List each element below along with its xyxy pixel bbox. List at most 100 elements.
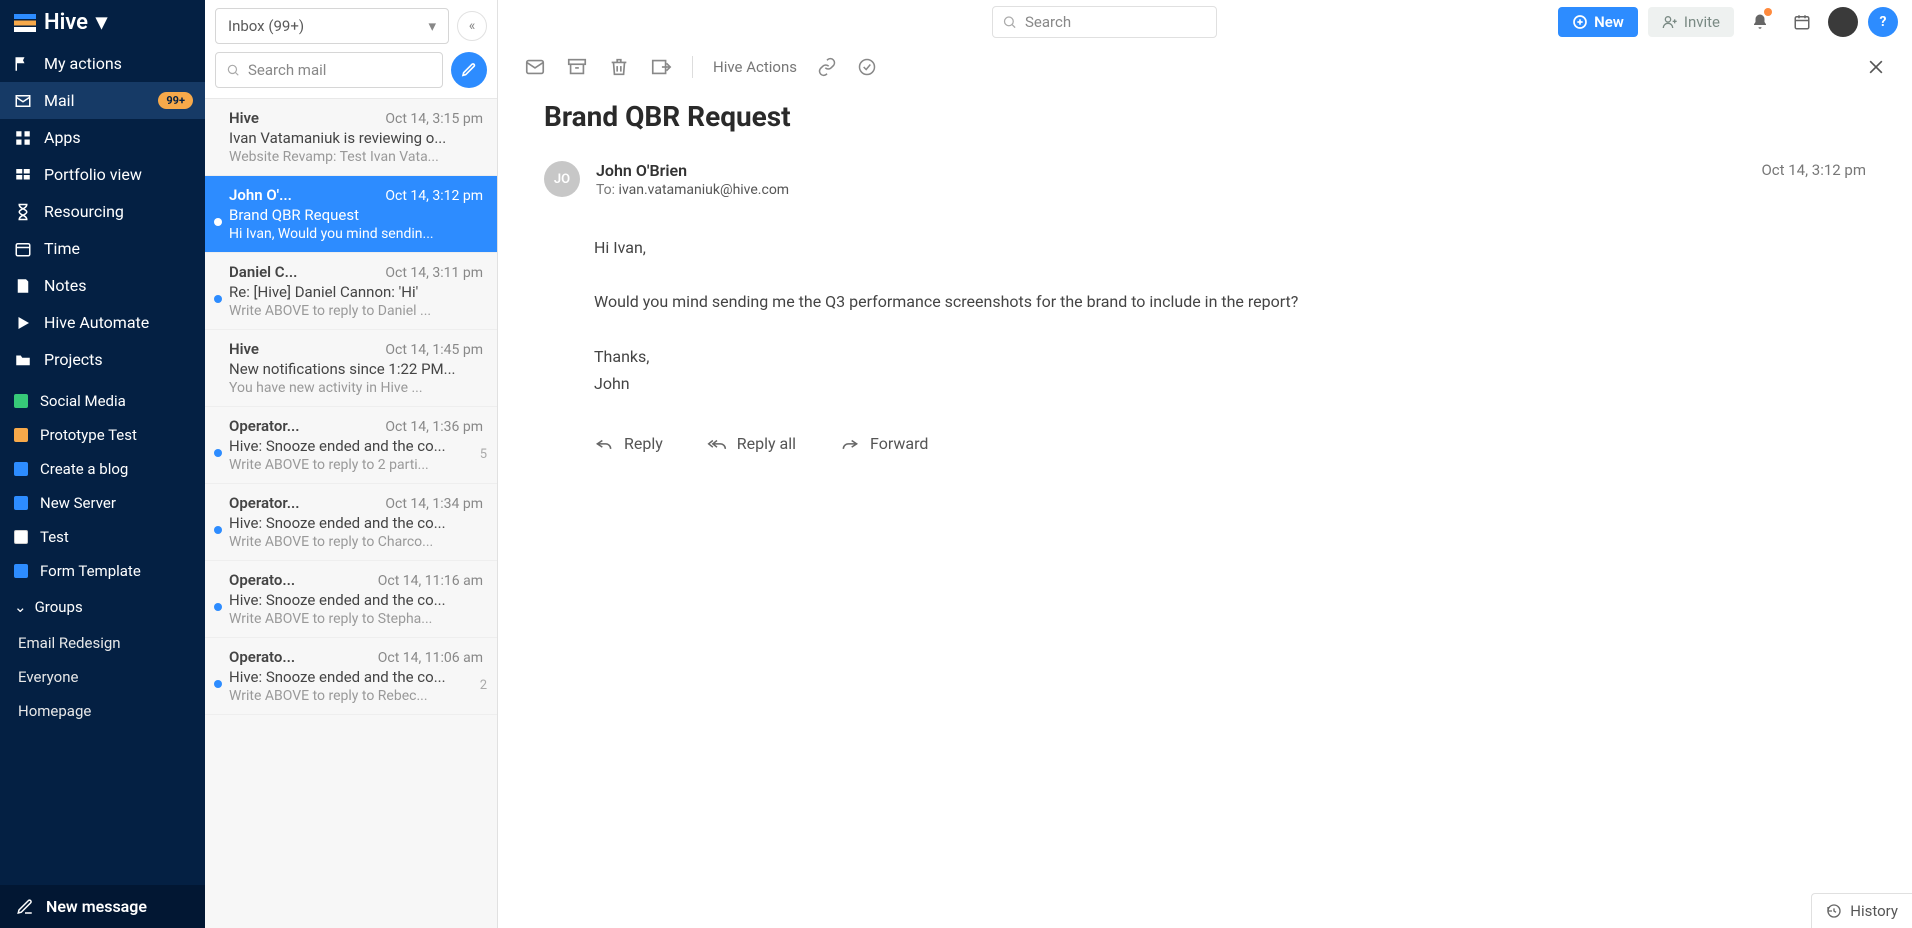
mail-search-input[interactable]: Search mail <box>215 52 443 88</box>
nav-item-apps[interactable]: Apps <box>0 119 205 156</box>
mail-item[interactable]: Daniel C...Oct 14, 3:11 pmRe: [Hive] Dan… <box>205 253 497 330</box>
project-item[interactable]: Form Template <box>0 554 205 588</box>
sender-avatar: JO <box>544 161 580 197</box>
nav-item-projects[interactable]: Projects <box>0 341 205 378</box>
nav-label: Hive Automate <box>44 313 149 332</box>
project-color-icon <box>14 564 28 578</box>
mail-search-placeholder: Search mail <box>248 61 326 79</box>
history-button[interactable]: History <box>1811 893 1912 928</box>
nav-label: Mail <box>44 91 74 110</box>
unread-dot-icon <box>214 526 222 534</box>
portfolio-icon <box>14 166 32 184</box>
project-color-icon <box>14 428 28 442</box>
mail-time: Oct 14, 11:06 am <box>378 650 483 666</box>
group-item[interactable]: Email Redesign <box>0 626 205 660</box>
project-item[interactable]: Create a blog <box>0 452 205 486</box>
note-icon <box>14 277 32 295</box>
groups-label: Groups <box>35 598 83 616</box>
mail-item[interactable]: John O'...Oct 14, 3:12 pmBrand QBR Reque… <box>205 176 497 253</box>
nav-item-hive-automate[interactable]: Hive Automate <box>0 304 205 341</box>
help-button[interactable]: ? <box>1868 7 1898 37</box>
mail-subject: Re: [Hive] Daniel Cannon: 'Hi' <box>229 283 483 301</box>
mail-sender: Operator... <box>229 417 300 435</box>
mail-subject: Hive: Snooze ended and the co... <box>229 514 483 532</box>
project-label: Form Template <box>40 562 141 580</box>
mail-list[interactable]: HiveOct 14, 3:15 pmIvan Vatamaniuk is re… <box>205 99 497 928</box>
chevron-left-icon: « <box>469 18 476 34</box>
mail-subject: Hive: Snooze ended and the co... <box>229 437 483 455</box>
link-action-button[interactable] <box>817 57 837 77</box>
unread-dot-icon <box>214 449 222 457</box>
nav-label: Notes <box>44 276 87 295</box>
nav-item-portfolio-view[interactable]: Portfolio view <box>0 156 205 193</box>
group-item[interactable]: Everyone <box>0 660 205 694</box>
email-body: Hi Ivan, Would you mind sending me the Q… <box>594 234 1866 397</box>
mail-item[interactable]: HiveOct 14, 1:45 pmNew notifications sin… <box>205 330 497 407</box>
nav-item-time[interactable]: Time <box>0 230 205 267</box>
notifications-button[interactable] <box>1744 6 1776 38</box>
email-view: Brand QBR Request JO John O'Brien To: iv… <box>498 90 1912 463</box>
collapse-panel-button[interactable]: « <box>457 11 487 41</box>
nav-item-mail[interactable]: Mail99+ <box>0 82 205 119</box>
mail-sender: Operato... <box>229 571 295 589</box>
topbar: Search New Invite ? <box>498 0 1912 44</box>
mark-unread-button[interactable] <box>524 56 546 78</box>
mail-preview: Hi Ivan, Would you mind sendin... <box>229 226 483 242</box>
archive-button[interactable] <box>566 56 588 78</box>
close-email-button[interactable] <box>1866 57 1886 77</box>
nav-label: Time <box>44 239 80 258</box>
nav-label: Resourcing <box>44 202 124 221</box>
invite-button-label: Invite <box>1684 13 1720 31</box>
nav-item-notes[interactable]: Notes <box>0 267 205 304</box>
workspace-switcher[interactable]: Hive ▾ <box>0 0 205 45</box>
project-color-icon <box>14 462 28 476</box>
nav-item-resourcing[interactable]: Resourcing <box>0 193 205 230</box>
project-item[interactable]: New Server <box>0 486 205 520</box>
folder-select-label: Inbox (99+) <box>228 17 304 35</box>
reply-label: Reply <box>624 434 663 453</box>
mail-item[interactable]: Operato...Oct 14, 11:16 amHive: Snooze e… <box>205 561 497 638</box>
forward-button[interactable]: Forward <box>840 433 928 453</box>
mail-preview: Write ABOVE to reply to Stepha... <box>229 611 483 627</box>
body-line: Thanks, <box>594 343 1866 370</box>
calendar-button[interactable] <box>1786 6 1818 38</box>
global-search-input[interactable]: Search <box>992 6 1217 38</box>
project-label: Create a blog <box>40 460 128 478</box>
nav-item-my-actions[interactable]: My actions <box>0 45 205 82</box>
mail-sender: John O'... <box>229 186 292 204</box>
history-label: History <box>1850 902 1898 920</box>
group-item[interactable]: Homepage <box>0 694 205 728</box>
mail-item[interactable]: Operator...Oct 14, 1:36 pmHive: Snooze e… <box>205 407 497 484</box>
email-header: JO John O'Brien To: ivan.vatamaniuk@hive… <box>544 161 1866 198</box>
folder-select[interactable]: Inbox (99+) ▾ <box>215 8 449 44</box>
invite-button[interactable]: Invite <box>1648 7 1734 37</box>
mail-preview: Write ABOVE to reply to Daniel ... <box>229 303 483 319</box>
recipient-line: To: ivan.vatamaniuk@hive.com <box>596 182 789 198</box>
task-action-button[interactable] <box>857 57 877 77</box>
compose-button[interactable] <box>451 52 487 88</box>
mail-item[interactable]: Operato...Oct 14, 11:06 amHive: Snooze e… <box>205 638 497 715</box>
project-item[interactable]: Test <box>0 520 205 554</box>
mail-item[interactable]: HiveOct 14, 3:15 pmIvan Vatamaniuk is re… <box>205 99 497 176</box>
mail-item[interactable]: Operator...Oct 14, 1:34 pmHive: Snooze e… <box>205 484 497 561</box>
mail-time: Oct 14, 1:34 pm <box>385 496 483 512</box>
mail-sender: Operato... <box>229 648 295 666</box>
project-label: New Server <box>40 494 116 512</box>
groups-header[interactable]: ⌄ Groups <box>0 588 205 626</box>
mail-preview: Write ABOVE to reply to Rebec... <box>229 688 483 704</box>
unread-dot-icon <box>214 218 222 226</box>
new-message-button[interactable]: New message <box>0 885 205 928</box>
project-label: Prototype Test <box>40 426 137 444</box>
toolbar-separator <box>692 56 693 78</box>
reply-all-icon <box>707 433 727 453</box>
project-item[interactable]: Prototype Test <box>0 418 205 452</box>
reply-button[interactable]: Reply <box>594 433 663 453</box>
project-color-icon <box>14 496 28 510</box>
project-color-icon <box>14 530 28 544</box>
user-avatar[interactable] <box>1828 7 1858 37</box>
reply-all-button[interactable]: Reply all <box>707 433 796 453</box>
move-button[interactable] <box>650 56 672 78</box>
project-item[interactable]: Social Media <box>0 384 205 418</box>
new-button[interactable]: New <box>1558 7 1638 37</box>
delete-button[interactable] <box>608 56 630 78</box>
